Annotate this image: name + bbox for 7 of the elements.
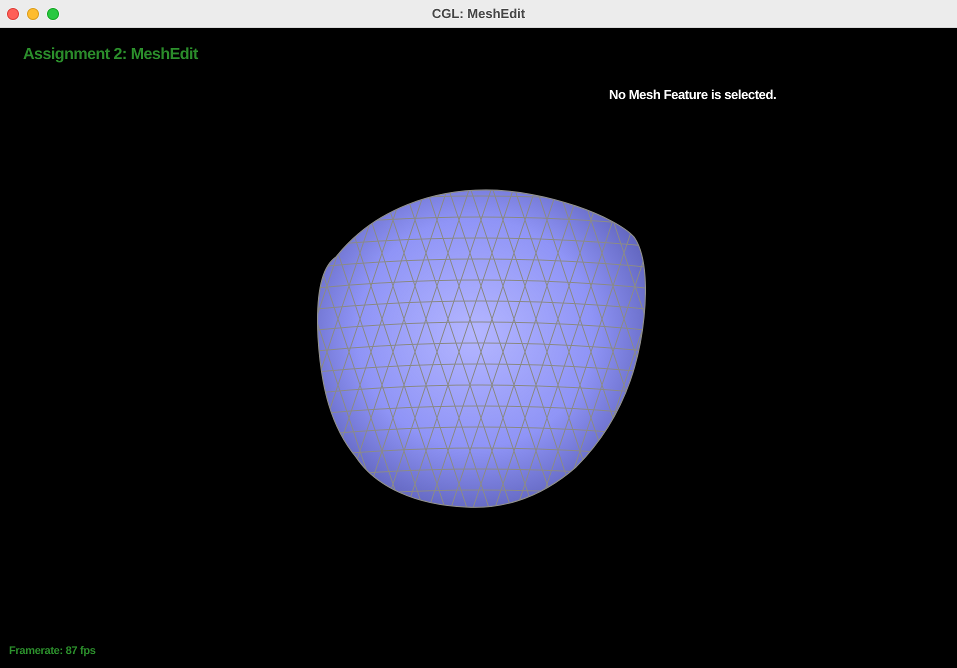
minimize-button[interactable] <box>27 8 39 20</box>
window-title: CGL: MeshEdit <box>432 4 526 23</box>
selection-message: No Mesh Feature is selected. <box>609 86 776 104</box>
maximize-button[interactable] <box>47 8 59 20</box>
close-button[interactable] <box>7 8 19 20</box>
framerate-label: Framerate: 87 fps <box>9 644 96 658</box>
viewport-heading: Assignment 2: MeshEdit <box>23 45 198 65</box>
